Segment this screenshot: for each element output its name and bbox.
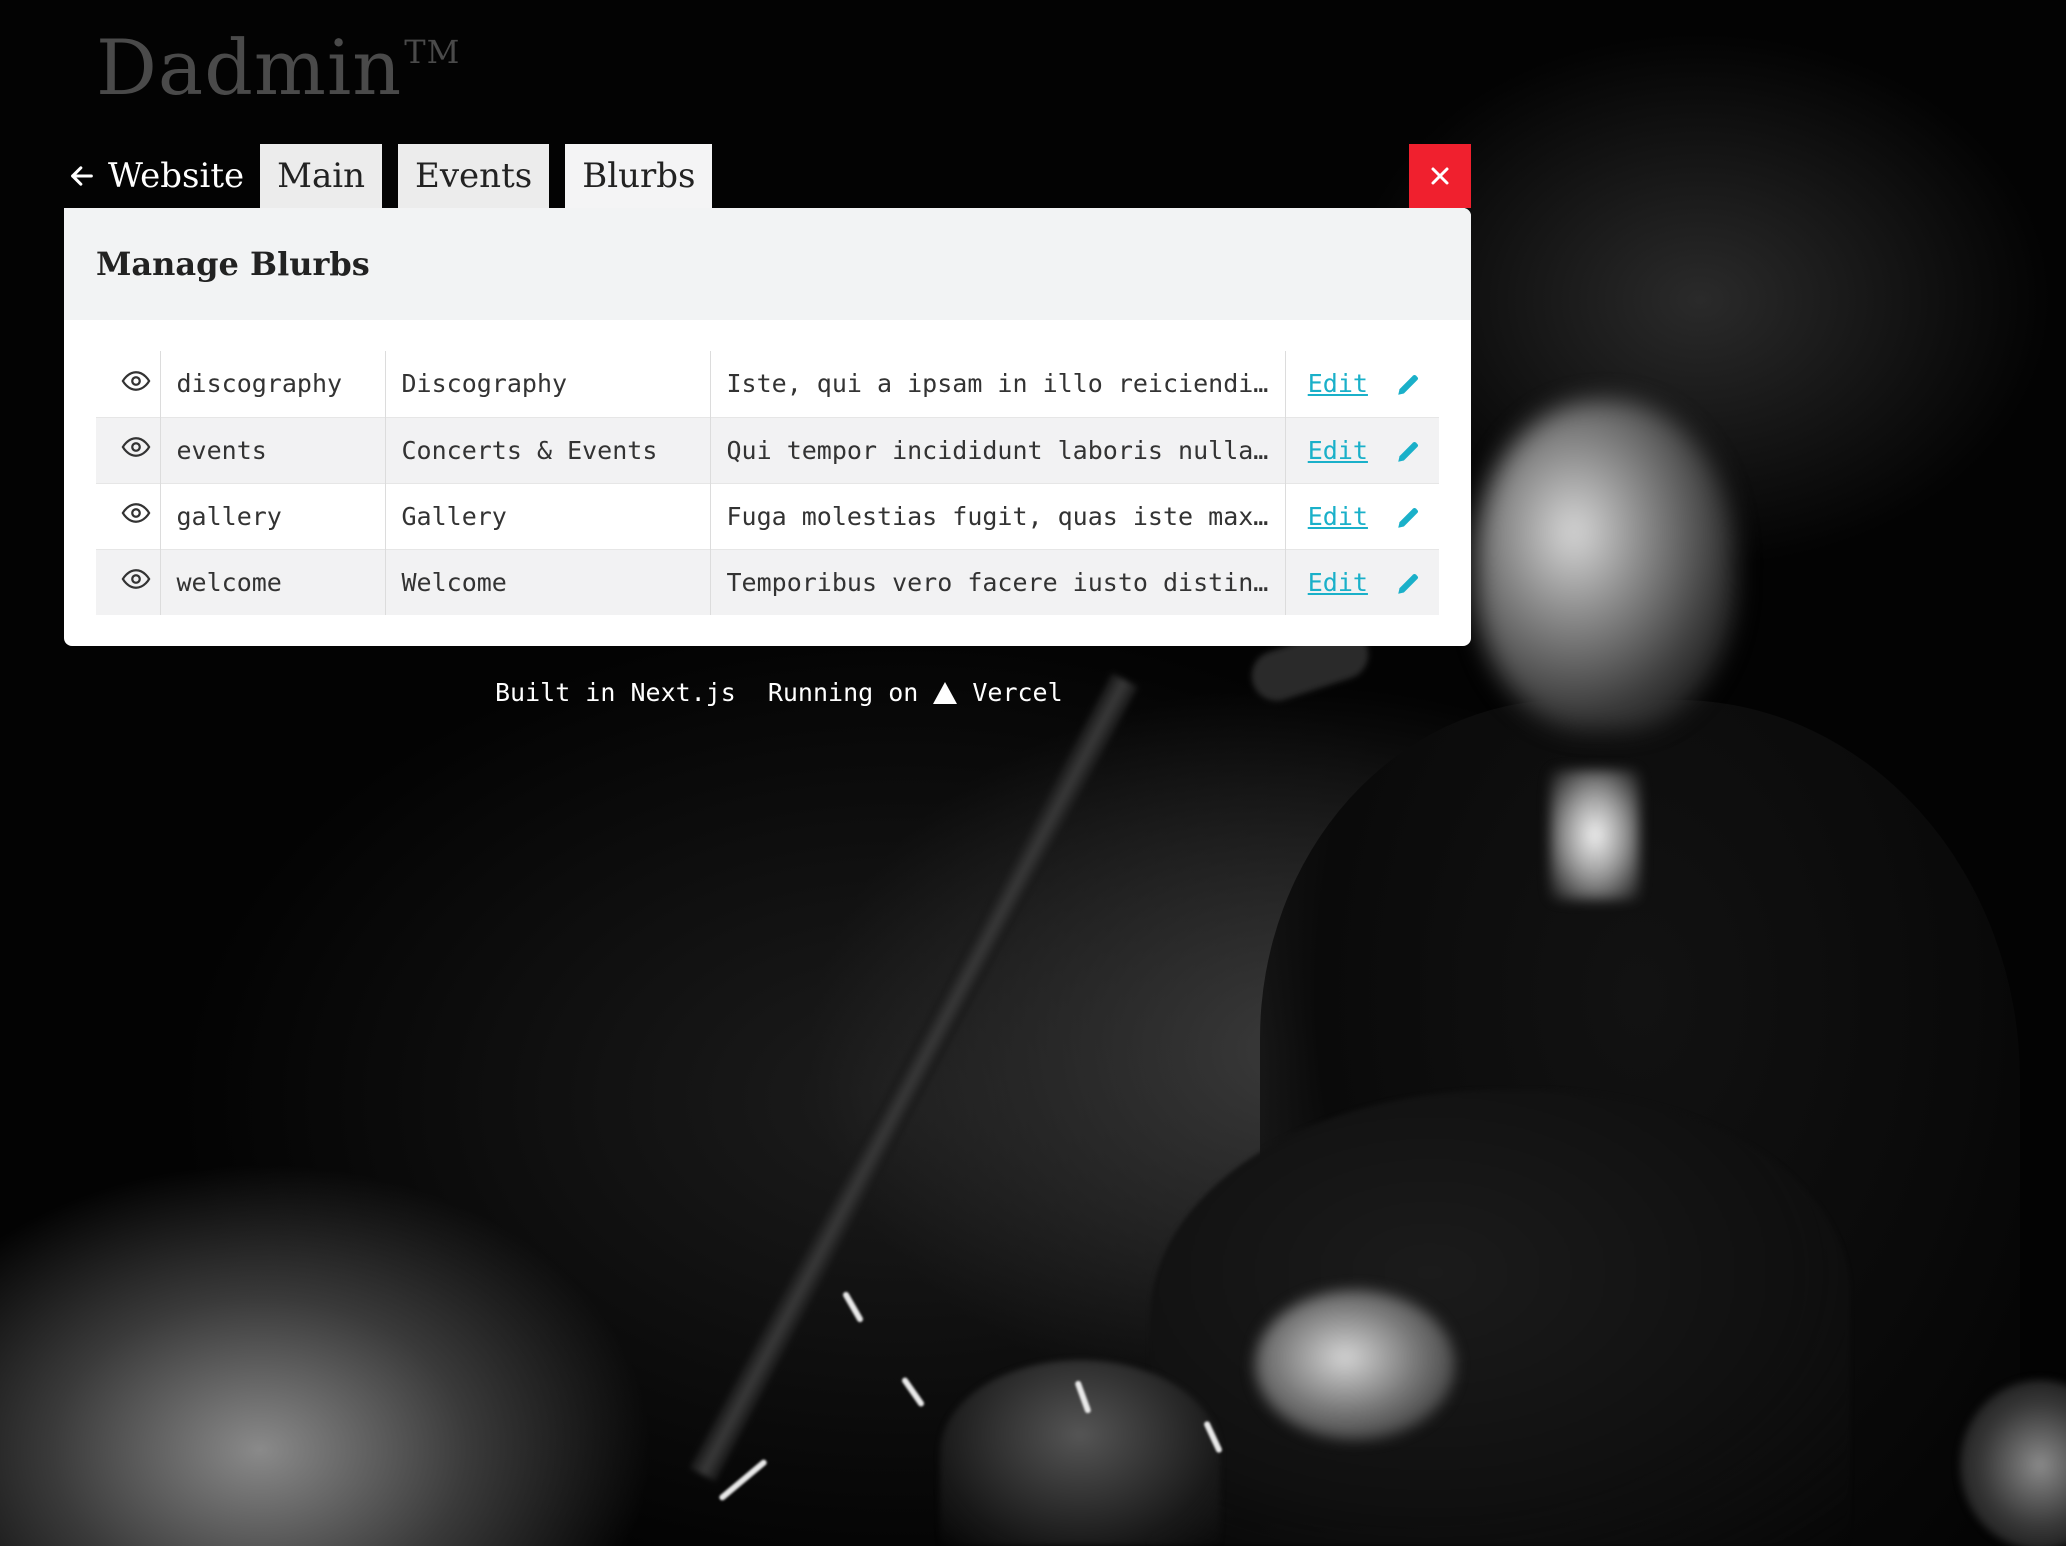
blurb-slug: welcome — [160, 548, 386, 615]
tab-bar: Website Main Events Blurbs — [64, 144, 726, 208]
blurb-title: Gallery — [385, 482, 711, 549]
blurb-excerpt: Iste, qui a ipsam in illo reiciendis con… — [710, 351, 1286, 417]
back-to-website-link[interactable]: Website — [64, 144, 258, 208]
edit-link[interactable]: Edit — [1308, 436, 1368, 465]
close-button[interactable] — [1409, 144, 1471, 208]
table-row: discography Discography Iste, qui a ipsa… — [96, 351, 1439, 417]
table-row: welcome Welcome Temporibus vero facere i… — [96, 548, 1439, 615]
visibility-cell — [96, 548, 161, 615]
back-link-label: Website — [108, 156, 245, 196]
performer-hand — [1255, 1290, 1455, 1440]
blurb-slug: events — [160, 416, 386, 483]
visibility-cell — [96, 351, 161, 417]
panel-header: Manage Blurbs — [64, 208, 1471, 320]
manage-blurbs-panel: Manage Blurbs discography Discography Is… — [64, 208, 1471, 646]
built-with-text: Built in Next.js — [495, 678, 736, 707]
performer-head — [1475, 400, 1735, 730]
edit-link[interactable]: Edit — [1308, 369, 1368, 398]
pencil-icon[interactable] — [1395, 439, 1421, 465]
table-row: events Concerts & Events Qui tempor inci… — [96, 416, 1439, 483]
eye-icon[interactable] — [121, 366, 151, 396]
close-icon — [1429, 165, 1451, 187]
pencil-icon[interactable] — [1395, 505, 1421, 531]
tab-blurbs[interactable]: Blurbs — [565, 144, 713, 208]
visibility-cell — [96, 416, 161, 483]
stage-light-glint — [841, 1290, 865, 1324]
blurb-title: Concerts & Events — [385, 416, 711, 483]
blurbs-table: discography Discography Iste, qui a ipsa… — [96, 351, 1439, 615]
action-cell: Edit — [1285, 351, 1439, 417]
stage-light-glint — [718, 1458, 768, 1502]
blurb-slug: discography — [160, 351, 386, 417]
guitar-shape — [1150, 1090, 1850, 1546]
blurb-excerpt: Qui tempor incididunt laboris nulla aute… — [710, 416, 1286, 483]
app-logo: DadminTM — [96, 30, 460, 106]
host-name-text: Vercel — [972, 678, 1063, 707]
eye-icon[interactable] — [121, 564, 151, 594]
blurb-title: Welcome — [385, 548, 711, 615]
vercel-triangle-icon — [932, 681, 958, 705]
eye-icon[interactable] — [121, 432, 151, 462]
tab-main[interactable]: Main — [260, 144, 383, 208]
table-row: gallery Gallery Fuga molestias fugit, qu… — [96, 482, 1439, 549]
action-cell: Edit — [1285, 416, 1439, 483]
trademark-mark: TM — [404, 33, 461, 71]
logo-text: Dadmin — [96, 23, 403, 112]
running-on-text: Running on — [767, 678, 919, 707]
blurbs-table-wrap: discography Discography Iste, qui a ipsa… — [64, 320, 1471, 615]
arrow-left-icon — [68, 162, 96, 190]
tab-label: Blurbs — [582, 156, 696, 196]
tab-label: Events — [415, 156, 533, 196]
pencil-icon[interactable] — [1395, 571, 1421, 597]
edit-link[interactable]: Edit — [1308, 502, 1368, 531]
stage-light-glint — [900, 1376, 926, 1408]
visibility-cell — [96, 482, 161, 549]
tab-events[interactable]: Events — [398, 144, 550, 208]
blurb-excerpt: Temporibus vero facere iusto distinctio … — [710, 548, 1286, 615]
pencil-icon[interactable] — [1395, 372, 1421, 398]
blurb-excerpt: Fuga molestias fugit, quas iste maxime q… — [710, 482, 1286, 549]
blurb-title: Discography — [385, 351, 711, 417]
eye-icon[interactable] — [121, 498, 151, 528]
blurb-slug: gallery — [160, 482, 386, 549]
page-title: Manage Blurbs — [96, 245, 370, 283]
performer-collar — [1550, 770, 1640, 900]
edit-link[interactable]: Edit — [1308, 568, 1368, 597]
action-cell: Edit — [1285, 548, 1439, 615]
site-footer: Built in Next.js Running on Vercel — [495, 678, 1063, 707]
tab-label: Main — [277, 156, 366, 196]
action-cell: Edit — [1285, 482, 1439, 549]
